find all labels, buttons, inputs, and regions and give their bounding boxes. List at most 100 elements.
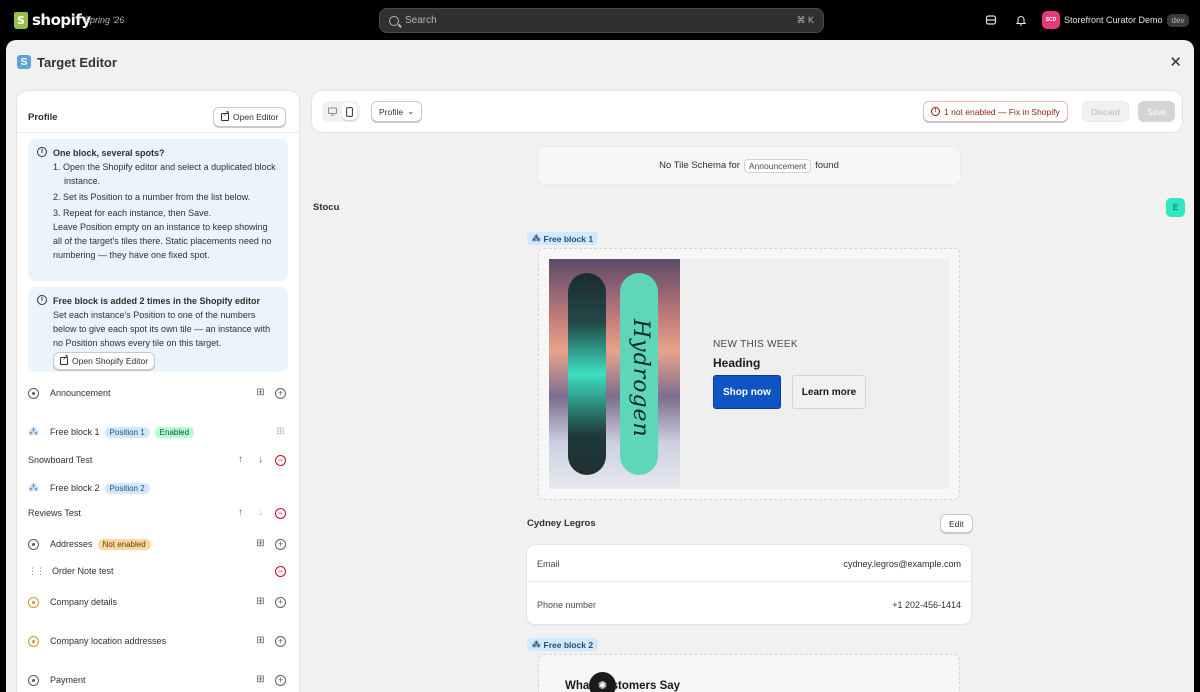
block-icon: ⁂ — [532, 233, 541, 243]
add-block-icon[interactable]: ⊞ — [255, 636, 266, 647]
save-button[interactable]: Save — [1138, 101, 1176, 122]
row-label: Order Note test — [52, 566, 114, 576]
target-icon — [28, 674, 39, 686]
profile-select-label: Profile — [379, 106, 404, 117]
block-row-free-block-2[interactable]: ⁂ Free block 2 Position 2 — [28, 478, 290, 498]
mobile-icon[interactable] — [342, 103, 357, 120]
move-up-icon[interactable]: ↑ — [235, 455, 246, 466]
email-label: Email — [537, 559, 560, 569]
profile-panel: Profile Open Editor i One block, several… — [17, 91, 299, 692]
avatar[interactable]: E — [1166, 198, 1185, 217]
alert-icon: ! — [931, 107, 940, 116]
store-avatar: SCD — [1042, 11, 1060, 29]
free-block-2-preview[interactable]: What Customers Say ✺ — [538, 654, 960, 692]
target-icon — [28, 596, 39, 608]
free-block-1-preview[interactable]: Hydrogen NEW THIS WEEK Heading Shop now … — [538, 248, 960, 500]
shop-now-button[interactable]: Shop now — [713, 375, 781, 409]
add-block-icon[interactable]: ⊞ — [255, 539, 266, 550]
add-block-icon[interactable]: ⊞ — [255, 675, 266, 686]
info-banner-free-block: i Free block is added 2 times in the Sho… — [28, 287, 288, 372]
bell-icon[interactable] — [1014, 13, 1028, 27]
target-row-announcement[interactable]: Announcement ⊞ + — [28, 383, 290, 403]
edition-label: Spring '26 — [84, 15, 125, 25]
target-icon — [28, 635, 39, 647]
row-actions: ↑ ↓ − — [235, 507, 286, 519]
snowboard-image: Hydrogen — [549, 259, 680, 489]
add-block-icon[interactable]: ⊞ — [255, 597, 266, 608]
row-actions: ⊞ + — [255, 674, 286, 686]
target-row-addresses[interactable]: Addresses Not enabled ⊞ + — [28, 534, 290, 554]
drag-handle-icon[interactable]: ⋮⋮ — [28, 566, 45, 577]
info-icon: i — [37, 295, 47, 305]
position-badge: Position 2 — [104, 482, 150, 494]
tile-row-order-note-test[interactable]: ⋮⋮ Order Note test − — [28, 561, 290, 581]
learn-more-button[interactable]: Learn more — [791, 375, 867, 409]
info-step-1: 1. Open the Shopify editor and select a … — [53, 162, 276, 186]
row-label: Company location addresses — [50, 636, 167, 646]
free-block-2-tag: ⁂ Free block 2 — [527, 638, 599, 651]
preview-toolbar: Profile ⌄ ! 1 not enabled — Fix in Shopi… — [312, 91, 1182, 132]
target-row-company-location-addresses[interactable]: Company location addresses ⊞ + — [28, 631, 290, 651]
move-down-icon[interactable]: ↓ — [255, 508, 266, 519]
store-switcher[interactable]: SCD Storefront Curator Demo dev — [1042, 11, 1190, 29]
add-circle-icon[interactable]: + — [275, 538, 286, 550]
target-row-company-details[interactable]: Company details ⊞ + — [28, 592, 290, 612]
no-schema-suffix: found — [815, 160, 839, 171]
add-circle-icon[interactable]: + — [275, 674, 286, 686]
app-icon: S — [17, 55, 31, 69]
phone-label: Phone number — [537, 600, 597, 610]
desktop-icon[interactable] — [325, 103, 340, 120]
remove-icon[interactable]: − — [275, 565, 286, 577]
profile-select[interactable]: Profile ⌄ — [371, 101, 423, 122]
row-label: Company details — [50, 597, 118, 607]
open-shopify-editor-button[interactable]: Open Shopify Editor — [53, 352, 156, 370]
row-label: Snowboard Test — [28, 455, 93, 465]
info-banner-duplicates: i One block, several spots? 1. Open the … — [28, 139, 288, 281]
move-down-icon[interactable]: ↓ — [255, 455, 266, 466]
customer-card: Email cydney.legros@example.com Phone nu… — [527, 545, 971, 624]
notification-tray-icon[interactable] — [984, 13, 998, 27]
edit-customer-button[interactable]: Edit — [940, 514, 973, 533]
info-banner-title: One block, several spots? — [53, 148, 165, 158]
email-row: Email cydney.legros@example.com — [527, 545, 971, 583]
add-block-icon[interactable]: ⊞ — [255, 388, 266, 399]
remove-icon[interactable]: − — [275, 454, 286, 466]
hero-banner: Hydrogen NEW THIS WEEK Heading Shop now … — [549, 259, 949, 489]
info-step-2: 2. Set its Position to a number from the… — [53, 192, 251, 202]
search-input[interactable]: Search ⌘ K — [379, 8, 824, 33]
device-toggle — [322, 101, 360, 122]
remove-icon[interactable]: − — [275, 507, 286, 519]
row-actions: ↑ ↓ − — [235, 454, 286, 466]
row-label: Free block 2 — [50, 483, 100, 493]
add-circle-icon[interactable]: + — [275, 635, 286, 647]
external-link-icon — [221, 109, 230, 121]
search-shortcut: ⌘ K — [796, 15, 814, 25]
row-label: Announcement — [50, 388, 111, 398]
add-block-icon[interactable]: ⊞ — [275, 427, 286, 438]
profile-panel-header: Profile Open Editor — [17, 91, 299, 133]
target-name-chip: Announcement — [743, 158, 812, 173]
external-link-icon — [60, 353, 69, 365]
add-circle-icon[interactable]: + — [275, 596, 286, 608]
fix-in-shopify-button[interactable]: ! 1 not enabled — Fix in Shopify — [923, 101, 1068, 122]
block-row-free-block-1[interactable]: ⁂ Free block 1 Position 1 Enabled ⊞ — [28, 422, 290, 442]
move-up-icon[interactable]: ↑ — [235, 508, 246, 519]
tile-row-reviews-test[interactable]: Reviews Test ↑ ↓ − — [28, 503, 290, 523]
position-badge: Position 1 — [104, 426, 150, 438]
block-icon: ⁂ — [532, 639, 541, 649]
row-label: Addresses — [50, 539, 93, 549]
shopify-logo[interactable]: shopify — [14, 11, 91, 29]
discard-button[interactable]: Discard — [1082, 101, 1129, 122]
tile-row-snowboard-test[interactable]: Snowboard Test ↑ ↓ − — [28, 450, 290, 470]
add-circle-icon[interactable]: + — [275, 387, 286, 399]
reviews-heading: What Customers Say — [565, 680, 681, 692]
hero-copy: NEW THIS WEEK Heading Shop now Learn mor… — [713, 339, 867, 409]
close-icon[interactable]: ✕ — [1169, 53, 1182, 71]
loading-spinner-icon: ✺ — [589, 672, 616, 692]
row-actions: ⊞ + — [255, 635, 286, 647]
open-editor-button[interactable]: Open Editor — [213, 107, 287, 127]
search-icon — [389, 15, 399, 26]
row-actions: ⊞ + — [255, 387, 286, 399]
chevron-down-icon: ⌄ — [407, 106, 415, 116]
target-row-payment[interactable]: Payment ⊞ + — [28, 670, 290, 690]
